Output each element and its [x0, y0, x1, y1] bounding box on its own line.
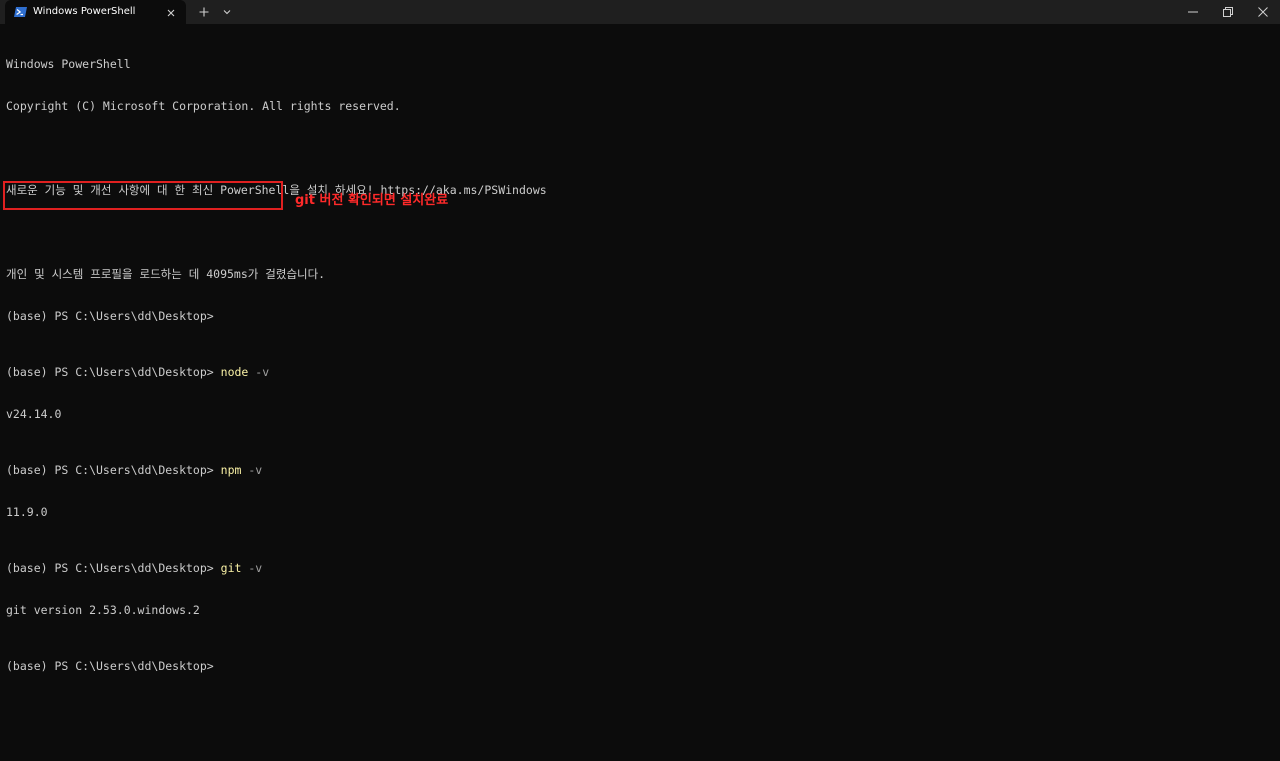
- title-bar: Windows PowerShell: [0, 0, 1280, 24]
- command-name: git: [220, 561, 242, 575]
- close-tab-icon[interactable]: [165, 6, 177, 18]
- tab-title: Windows PowerShell: [33, 6, 136, 17]
- highlight-box: [3, 181, 283, 210]
- prompt: (base) PS C:\Users\dd\Desktop>: [6, 463, 214, 477]
- plus-icon[interactable]: [196, 4, 212, 20]
- prompt: (base) PS C:\Users\dd\Desktop>: [6, 365, 214, 379]
- minimize-icon: [1188, 11, 1198, 13]
- command-line: (base) PS C:\Users\dd\Desktop> git -v: [6, 561, 1270, 575]
- command-name: node: [220, 365, 249, 379]
- close-window-button[interactable]: [1240, 0, 1280, 24]
- maximize-icon: [1223, 7, 1233, 17]
- tab-windows-powershell[interactable]: Windows PowerShell: [5, 0, 186, 24]
- chevron-down-icon[interactable]: [219, 4, 235, 20]
- header-title-line: Windows PowerShell: [6, 57, 131, 71]
- copyright-line: Copyright (C) Microsoft Corporation. All…: [6, 99, 401, 113]
- command-line: (base) PS C:\Users\dd\Desktop> node -v: [6, 365, 1270, 379]
- command-name: npm: [220, 463, 242, 477]
- prompt: (base) PS C:\Users\dd\Desktop>: [6, 659, 214, 673]
- command-output: 11.9.0: [6, 505, 48, 519]
- powershell-icon: [14, 5, 27, 17]
- close-icon: [1258, 7, 1268, 17]
- annotation-text: git 버전 확인되면 설치완료: [295, 193, 449, 208]
- command-argument: -v: [248, 561, 263, 575]
- command-argument: -v: [255, 365, 270, 379]
- command-argument: -v: [248, 463, 263, 477]
- prompt-line: (base) PS C:\Users\dd\Desktop>: [6, 309, 1270, 323]
- prompt: (base) PS C:\Users\dd\Desktop>: [6, 561, 214, 575]
- command-output: git version 2.53.0.windows.2: [6, 603, 200, 617]
- current-prompt-line[interactable]: (base) PS C:\Users\dd\Desktop>: [6, 659, 1270, 673]
- command-line: (base) PS C:\Users\dd\Desktop> npm -v: [6, 463, 1270, 477]
- terminal-output[interactable]: Windows PowerShell Copyright (C) Microso…: [6, 29, 1270, 701]
- terminal-window: Windows PowerShell Windows PowerShell Co…: [0, 0, 1280, 761]
- profile-notice-line: 개인 및 시스템 프로필을 로드하는 데 4095ms가 걸렸습니다.: [6, 267, 326, 281]
- command-output: v24.14.0: [6, 407, 62, 421]
- prompt: (base) PS C:\Users\dd\Desktop>: [6, 309, 214, 323]
